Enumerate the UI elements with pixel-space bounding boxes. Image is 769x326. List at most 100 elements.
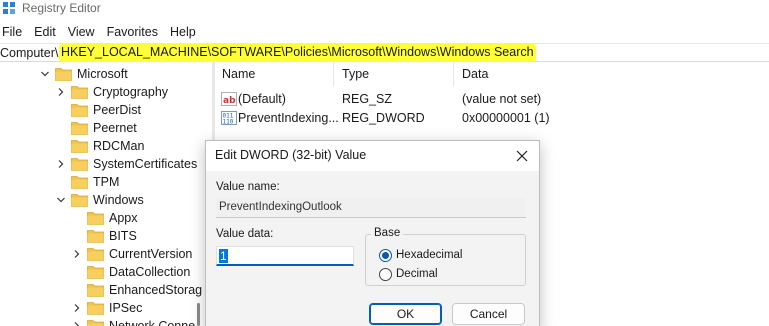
folder-icon [87,301,104,315]
tree-item[interactable]: Appx [72,209,138,227]
value-type: REG_SZ [342,92,393,106]
tree-item[interactable]: Network Conne [72,317,195,326]
tree-item[interactable]: EnhancedStorag [72,281,202,299]
chevron-right-icon[interactable] [72,317,82,326]
column-divider[interactable] [333,62,334,86]
tree-item[interactable]: Windows [56,191,144,209]
column-data-header[interactable]: Data [462,67,488,81]
folder-icon [87,319,104,326]
tree-item[interactable]: RDCMan [56,137,144,155]
column-type-header[interactable]: Type [342,67,369,81]
menu-view[interactable]: View [65,22,102,42]
svg-text:110: 110 [223,119,234,126]
hexadecimal-option[interactable]: Hexadecimal [379,247,462,263]
folder-icon [87,211,104,225]
folder-icon [71,175,88,189]
radio-button[interactable] [379,267,392,281]
close-icon[interactable] [513,147,531,165]
chevron-down-icon[interactable] [40,65,50,83]
chevron-right-icon[interactable] [72,245,82,263]
folder-icon [87,283,104,297]
folder-icon [71,103,88,117]
registry-tree[interactable]: Microsoft Cryptography PeerDist Peernet RDCM… [0,62,208,326]
tree-item-label: IPSec [109,301,143,315]
menu-file[interactable]: File [0,22,29,42]
menu-edit[interactable]: Edit [31,22,63,42]
column-name-header[interactable]: Name [222,67,255,81]
chevron-down-icon[interactable] [56,191,66,209]
folder-icon [71,121,88,135]
menu-favorites[interactable]: Favorites [104,22,165,42]
binary-value-icon: 011 110 [221,111,237,126]
menu-bar: File Edit View Favorites Help [0,22,205,42]
tree-item[interactable]: SystemCertificates [56,155,197,173]
tree-item-label: SystemCertificates [93,157,198,171]
base-group: Base Hexadecimal Decimal [365,227,526,286]
address-bar[interactable]: Computer\ HKEY_LOCAL_MACHINE\SOFTWARE\Po… [0,43,769,62]
tree-item[interactable]: Microsoft [40,65,128,83]
dialog-title: Edit DWORD (32-bit) Value [215,148,367,162]
folder-icon [71,85,88,99]
edit-dword-dialog: Edit DWORD (32-bit) Value Value name: Pr… [205,140,540,326]
registry-editor-icon [3,2,15,14]
value-data-input[interactable]: 1 [216,246,354,266]
tree-item[interactable]: DataCollection [72,263,190,281]
tree-item-label: DataCollection [109,265,191,279]
chevron-right-icon[interactable] [56,83,66,101]
base-label: Base [371,227,404,239]
tree-item[interactable]: BITS [72,227,137,245]
decimal-label: Decimal [396,268,438,280]
tree-item-label: PeerDist [93,103,141,117]
cancel-button[interactable]: Cancel [452,303,525,325]
radio-button[interactable] [379,248,392,262]
hexadecimal-label: Hexadecimal [396,249,463,261]
folder-icon [55,67,72,81]
value-data-label: Value data: [216,228,274,240]
chevron-right-icon[interactable] [72,299,82,317]
tree-item-label: Cryptography [93,85,169,99]
address-prefix: Computer\ [0,46,59,60]
value-data: (value not set) [462,92,542,106]
list-row-preventindexing[interactable]: 011 110 PreventIndexing... REG_DWORD 0x0… [215,109,769,128]
menu-help[interactable]: Help [167,22,203,42]
string-value-icon: ab [221,92,237,106]
folder-icon [87,247,104,261]
value-name-label: Value name: [216,181,280,193]
address-path: HKEY_LOCAL_MACHINE\SOFTWARE\Policies\Mic… [59,44,536,62]
tree-item-label: Network Conne [109,319,196,326]
tree-item-label: Appx [109,211,138,225]
tree-item[interactable]: PeerDist [56,101,141,119]
column-divider[interactable] [453,62,454,86]
tree-item[interactable]: IPSec [72,299,142,317]
tree-item-label: EnhancedStorag [109,283,203,297]
value-data: 0x00000001 (1) [462,111,550,125]
tree-item[interactable]: Peernet [56,119,137,137]
chevron-right-icon[interactable] [56,155,66,173]
list-row-default[interactable]: ab (Default) REG_SZ (value not set) [215,90,769,109]
tree-item[interactable]: CurrentVersion [72,245,192,263]
folder-icon [87,265,104,279]
tree-item[interactable]: Cryptography [56,83,168,101]
value-type: REG_DWORD [342,111,425,125]
value-name: (Default) [238,92,286,106]
decimal-option[interactable]: Decimal [379,266,438,282]
tree-item-label: CurrentVersion [109,247,193,261]
svg-text:ab: ab [223,96,236,106]
tree-item-label: RDCMan [93,139,145,153]
dialog-title-bar[interactable]: Edit DWORD (32-bit) Value [206,141,539,171]
ok-button[interactable]: OK [369,303,442,325]
tree-item-label: TPM [93,175,120,189]
value-data-text: 1 [219,249,228,263]
tree-scrollbar[interactable] [197,303,200,326]
folder-icon [71,193,88,207]
tree-item-label: Microsoft [77,67,128,81]
tree-item-label: BITS [109,229,137,243]
folder-icon [71,157,88,171]
tree-item[interactable]: TPM [56,173,119,191]
